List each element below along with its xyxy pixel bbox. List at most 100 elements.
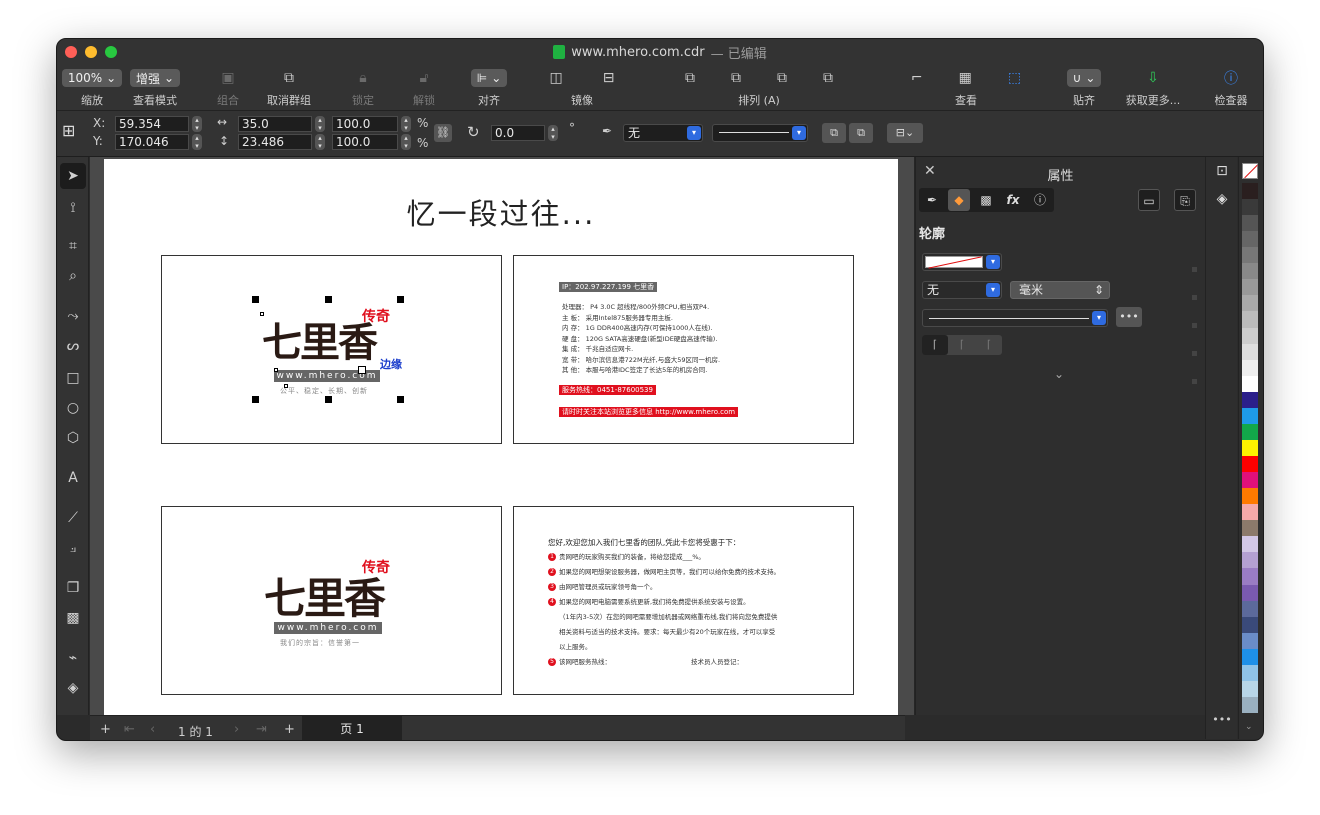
selection-handle[interactable] (325, 396, 332, 403)
color-swatch[interactable] (1242, 199, 1258, 216)
color-swatch[interactable] (1242, 520, 1258, 537)
miter-join-icon[interactable]: ⌈ (922, 335, 948, 355)
width-stepper[interactable]: ▴ ▾ (315, 116, 325, 132)
to-back-icon[interactable]: ⧉ (823, 70, 833, 86)
color-swatch[interactable] (1242, 680, 1258, 698)
group-button[interactable]: ▣ 组合 (193, 68, 263, 108)
back-one-icon[interactable]: ⧉ (777, 70, 787, 86)
color-swatch[interactable] (1242, 632, 1258, 650)
card-server-info[interactable]: IP：202.97.227.199 七里香 处理器： P4 3.0C 超线程/8… (513, 255, 854, 444)
selection-handle[interactable] (397, 396, 404, 403)
zoom-select[interactable]: 100% ⌄ (61, 69, 123, 87)
selection-handle[interactable] (325, 296, 332, 303)
color-swatch[interactable] (1242, 456, 1258, 473)
to-front-of-layer-icon[interactable]: ⧉ (822, 123, 846, 143)
guidelines-icon[interactable]: ⬚ (1008, 70, 1021, 86)
outline-color-select[interactable]: ▾ (922, 253, 1002, 271)
color-swatch[interactable] (1242, 472, 1258, 489)
effects-fx-icon[interactable]: fx (1002, 189, 1024, 211)
lock-ratio-icon[interactable]: ⛓ (434, 124, 452, 142)
mirror-horizontal-icon[interactable]: ◫ (550, 70, 563, 86)
scale-y-field[interactable]: 100.0 (332, 134, 398, 150)
center-handle[interactable] (358, 366, 366, 374)
color-swatch[interactable] (1242, 664, 1258, 682)
color-swatch[interactable] (1242, 584, 1258, 602)
color-swatch[interactable] (1242, 375, 1258, 393)
transparency-tool-icon[interactable]: ▩ (60, 605, 86, 631)
previous-page-icon[interactable]: ‹ (150, 722, 155, 737)
page-heading[interactable]: 忆一段过往... (104, 191, 898, 233)
page-tab[interactable]: 页 1 (302, 716, 402, 740)
unit-select[interactable]: 毫米 ⇕ (1010, 281, 1110, 299)
color-swatch[interactable] (1242, 407, 1258, 425)
ungroup-button[interactable]: ⧉ 取消群组 (254, 68, 324, 108)
align-select[interactable]: ⊫ ⌄ (470, 69, 508, 87)
color-swatch[interactable] (1242, 439, 1258, 457)
selection-handle[interactable] (252, 296, 259, 303)
text-tool-icon[interactable]: A (60, 465, 86, 491)
more-icon[interactable]: ••• (1211, 713, 1233, 726)
text-wrap-select[interactable]: ⊟⌄ (887, 123, 923, 143)
height-stepper[interactable]: ▴ ▾ (315, 134, 325, 150)
color-swatch[interactable] (1242, 327, 1258, 345)
line-style-dropdown[interactable]: ▾ (922, 309, 1108, 327)
shape-tool-icon[interactable]: ⟟ (60, 195, 86, 221)
node-handle[interactable] (274, 368, 278, 372)
color-swatch[interactable] (1242, 263, 1258, 280)
scale-x-field[interactable]: 100.0 (332, 116, 398, 132)
color-swatch[interactable] (1242, 215, 1258, 232)
align-button[interactable]: ⊫ ⌄ 对齐 (454, 68, 524, 108)
y-stepper[interactable]: ▴ ▾ (192, 134, 202, 150)
artistic-media-tool-icon[interactable]: ᔕ (60, 333, 86, 359)
color-swatch[interactable] (1242, 552, 1258, 569)
snap-select[interactable]: ∪ ⌄ (1066, 69, 1102, 87)
get-more-button[interactable]: ⇩ 获取更多... (1113, 68, 1193, 108)
grid-icon[interactable]: ▦ (959, 70, 972, 86)
color-swatch[interactable] (1242, 568, 1258, 585)
forward-one-icon[interactable]: ⧉ (731, 70, 741, 86)
selection-handle[interactable] (397, 296, 404, 303)
no-color-swatch[interactable] (1242, 163, 1258, 179)
summary-icon[interactable]: ⓘ (1029, 189, 1051, 211)
zoom-window-button[interactable] (105, 46, 117, 58)
chevron-down-icon[interactable]: ⌄ (1245, 722, 1253, 732)
scale-x-stepper[interactable]: ▴ ▾ (401, 116, 411, 132)
reference-point-icon[interactable]: ⊞ (62, 121, 86, 145)
rectangle-tool-icon[interactable]: □ (60, 365, 86, 391)
view-mode-select[interactable]: 增强 ⌄ (129, 69, 181, 87)
more-options-icon[interactable]: ••• (1116, 307, 1142, 327)
mirror-vertical-icon[interactable]: ⊟ (603, 70, 615, 86)
color-swatch[interactable] (1242, 600, 1258, 618)
x-position-field[interactable]: 59.354 (115, 116, 189, 132)
y-position-field[interactable]: 170.046 (115, 134, 189, 150)
lock-button[interactable]: 🔒︎ 锁定 (328, 68, 398, 108)
scale-y-stepper[interactable]: ▴ ▾ (401, 134, 411, 150)
color-swatch[interactable] (1242, 183, 1258, 200)
x-stepper[interactable]: ▴ ▾ (192, 116, 202, 132)
color-swatch[interactable] (1242, 391, 1258, 409)
color-swatch[interactable] (1242, 648, 1258, 666)
last-page-icon[interactable]: ⇥ (256, 722, 267, 737)
color-swatch[interactable] (1242, 279, 1258, 296)
color-swatch[interactable] (1242, 423, 1258, 441)
width-field[interactable]: 35.0 (238, 116, 312, 132)
rotation-stepper[interactable]: ▴ ▾ (548, 125, 558, 141)
arrange-buttons[interactable]: ⧉ ⧉ ⧉ ⧉ 排列 (A) (649, 68, 869, 108)
frame-icon[interactable]: ▭ (1138, 189, 1160, 211)
drop-shadow-tool-icon[interactable]: ❐ (60, 575, 86, 601)
round-join-icon[interactable]: ⌈ (949, 335, 975, 355)
node-handle[interactable] (260, 312, 264, 316)
freehand-tool-icon[interactable]: ⤳ (60, 303, 86, 329)
interactive-fill-tool-icon[interactable]: ◈ (60, 675, 86, 701)
outline-pen-icon[interactable]: ✒ (921, 189, 943, 211)
to-front-icon[interactable]: ⧉ (685, 70, 695, 86)
page-settings-icon[interactable]: ⎘ (1174, 189, 1196, 211)
to-back-of-layer-icon[interactable]: ⧉ (849, 123, 873, 143)
zoom-control[interactable]: 100% ⌄ 缩放 (57, 68, 127, 108)
polygon-tool-icon[interactable]: ⬡ (60, 425, 86, 451)
chevron-down-icon[interactable]: ⌄ (1054, 367, 1064, 381)
fill-bucket-icon[interactable]: ◆ (948, 189, 970, 211)
mirror-buttons[interactable]: ◫ ⊟ 镜像 (547, 68, 617, 108)
minimize-window-button[interactable] (85, 46, 97, 58)
color-swatch[interactable] (1242, 536, 1258, 553)
